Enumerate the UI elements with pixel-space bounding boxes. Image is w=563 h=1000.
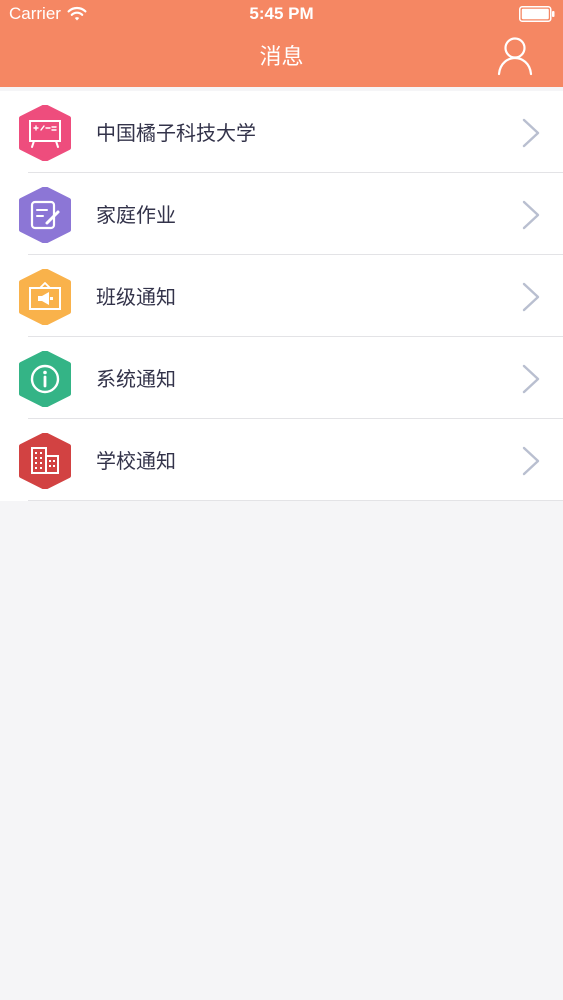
list-item-label: 家庭作业 xyxy=(96,203,176,227)
list-item-class-notice[interactable]: 班级通知 xyxy=(0,255,563,337)
chevron-right-icon xyxy=(522,446,540,476)
user-icon[interactable] xyxy=(497,36,533,76)
status-bar: Carrier 5:45 PM xyxy=(0,0,563,30)
battery-icon xyxy=(519,6,555,22)
chevron-right-icon xyxy=(522,364,540,394)
list-item-label: 班级通知 xyxy=(96,285,176,309)
divider xyxy=(28,500,563,501)
message-list: 中国橘子科技大学 家庭作业 班级通知 系统通知 学校通知 xyxy=(0,91,563,501)
building-icon xyxy=(19,433,71,489)
info-icon xyxy=(19,351,71,407)
chevron-right-icon xyxy=(522,200,540,230)
chevron-right-icon xyxy=(522,118,540,148)
status-time: 5:45 PM xyxy=(249,4,314,23)
list-item-system-notice[interactable]: 系统通知 xyxy=(0,337,563,419)
list-item-label: 中国橘子科技大学 xyxy=(96,121,256,145)
list-item-homework[interactable]: 家庭作业 xyxy=(0,173,563,255)
header: Carrier 5:45 PM 消息 xyxy=(0,0,563,87)
homework-edit-icon xyxy=(19,187,71,243)
list-item-label: 学校通知 xyxy=(96,449,176,473)
nav-bar: 消息 xyxy=(0,30,563,87)
page-title: 消息 xyxy=(259,45,304,70)
list-item-university[interactable]: 中国橘子科技大学 xyxy=(0,91,563,173)
megaphone-board-icon xyxy=(19,269,71,325)
chevron-right-icon xyxy=(522,282,540,312)
list-item-school-notice[interactable]: 学校通知 xyxy=(0,419,563,501)
list-item-label: 系统通知 xyxy=(96,367,176,391)
blackboard-icon xyxy=(19,105,71,161)
